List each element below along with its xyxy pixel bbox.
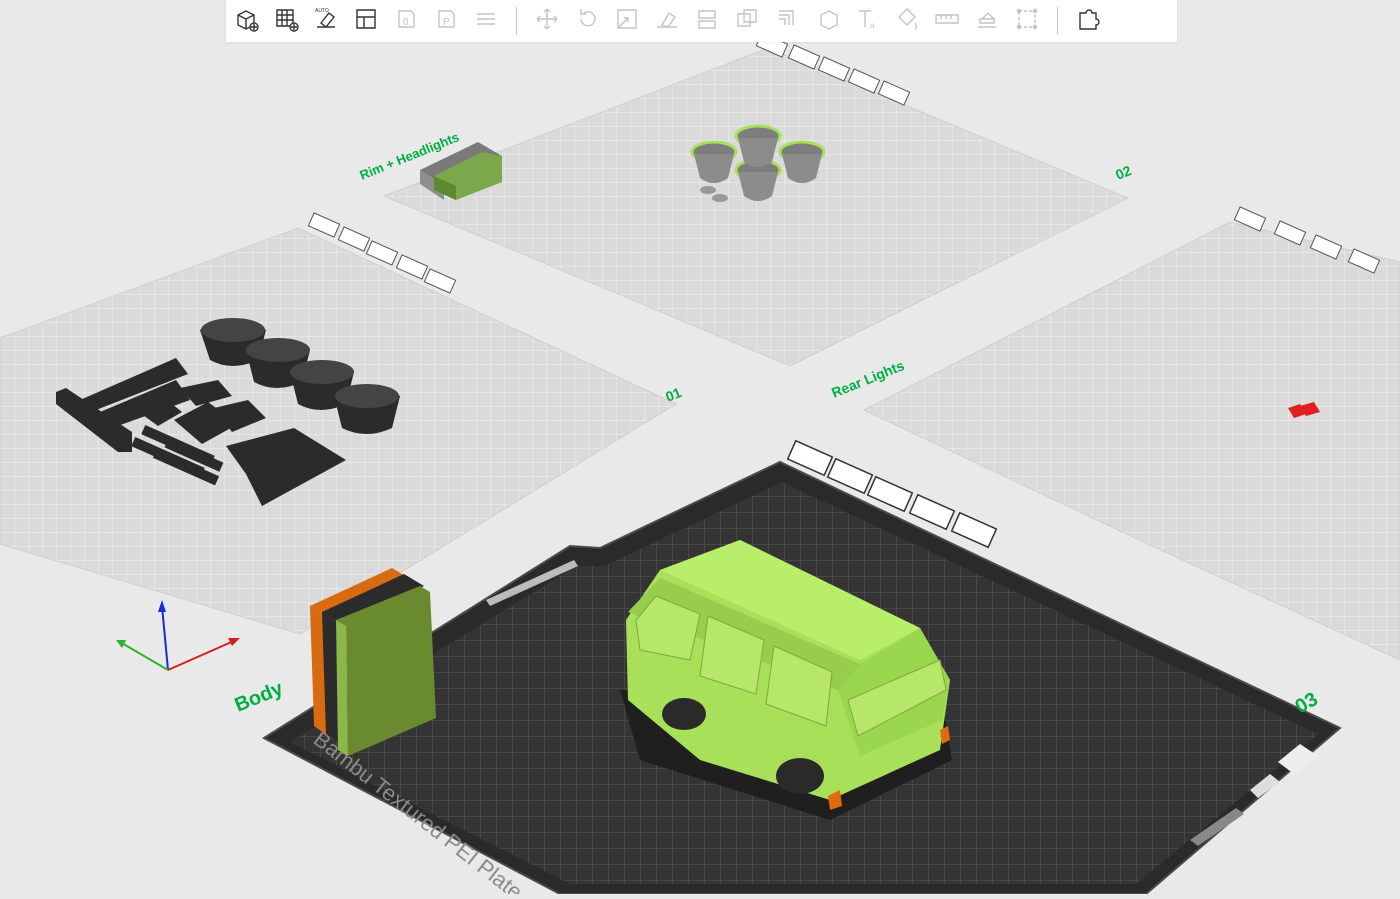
scale-button[interactable]	[610, 4, 644, 38]
svg-text:AUTO: AUTO	[315, 8, 329, 14]
simplify-button[interactable]	[1010, 4, 1044, 38]
paint-bucket-icon	[893, 5, 921, 38]
cut-button[interactable]	[690, 4, 724, 38]
support-paint-button[interactable]	[770, 4, 804, 38]
layers-icon	[472, 5, 500, 38]
cut-icon	[693, 5, 721, 38]
layers-button[interactable]	[469, 4, 503, 38]
svg-text:0: 0	[403, 17, 409, 28]
boolean-icon	[733, 5, 761, 38]
cube-plus-icon	[232, 5, 260, 38]
print-plate-button[interactable]: P	[429, 4, 463, 38]
auto-orient-icon: AUTO	[312, 5, 340, 38]
color-paint-button[interactable]	[890, 4, 924, 38]
arrange-button[interactable]	[349, 4, 383, 38]
plate-0-icon: 0	[392, 5, 420, 38]
svg-text:P: P	[443, 17, 450, 28]
lay-face-icon	[653, 5, 681, 38]
ruler-icon	[933, 5, 961, 38]
move-button[interactable]	[530, 4, 564, 38]
add-object-button[interactable]	[229, 4, 263, 38]
text-tool-button[interactable]: a	[850, 4, 884, 38]
auto-orient-button[interactable]: AUTO	[309, 4, 343, 38]
assembly-view-button[interactable]	[1071, 4, 1105, 38]
assembly-button[interactable]	[970, 4, 1004, 38]
rotate-button[interactable]	[570, 4, 604, 38]
lay-on-face-button[interactable]	[650, 4, 684, 38]
boolean-button[interactable]	[730, 4, 764, 38]
mesh-icon	[1013, 5, 1041, 38]
add-plate-button[interactable]	[269, 4, 303, 38]
arrange-icon	[352, 5, 380, 38]
3d-viewport[interactable]: Rim + Headlights 02 01 Rear Lights Bambu…	[0, 0, 1400, 899]
scale-icon	[613, 5, 641, 38]
toolbar-separator	[1057, 7, 1058, 35]
assembly-icon	[973, 5, 1001, 38]
puzzle-icon	[1074, 5, 1102, 38]
grid-plus-icon	[272, 5, 300, 38]
support-paint-icon	[773, 5, 801, 38]
text-icon: a	[853, 5, 881, 38]
svg-text:a: a	[870, 21, 875, 30]
slice-plate-button[interactable]: 0	[389, 4, 423, 38]
measure-button[interactable]	[930, 4, 964, 38]
plate-p-icon: P	[432, 5, 460, 38]
rotate-icon	[573, 5, 601, 38]
toolbar-separator	[516, 7, 517, 35]
seam-paint-button[interactable]	[810, 4, 844, 38]
seam-icon	[813, 5, 841, 38]
scene-canvas[interactable]: Rim + Headlights 02 01 Rear Lights Bambu…	[0, 0, 1400, 899]
move-icon	[533, 5, 561, 38]
top-toolbar: AUTO 0 Pa	[226, 0, 1177, 42]
